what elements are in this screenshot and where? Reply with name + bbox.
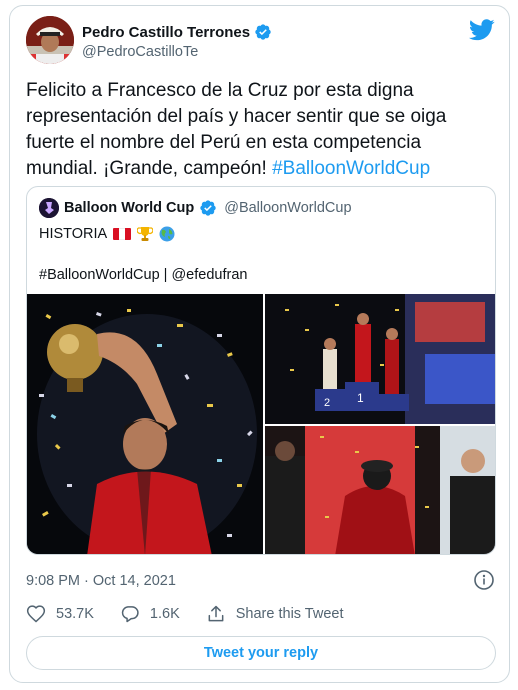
svg-text:2: 2 (324, 397, 330, 409)
tweet-hashtag-link[interactable]: #BalloonWorldCup (272, 158, 430, 179)
author-handle[interactable]: @PedroCastilloTe (82, 44, 198, 60)
verified-badge-icon (200, 200, 216, 216)
like-button[interactable]: 53.7K (26, 604, 94, 624)
media-grid: 2 1 (27, 294, 495, 554)
globe-icon (159, 226, 175, 242)
action-bar: 53.7K 1.6K Share this Tweet (26, 604, 370, 624)
svg-text:1: 1 (357, 391, 364, 405)
quoted-text-line1: HISTORIA (39, 226, 175, 242)
heart-icon (26, 605, 46, 623)
media-image-champion[interactable] (27, 294, 263, 554)
twitter-bird-icon[interactable] (469, 19, 495, 41)
tweet-card: Pedro Castillo Terrones @PedroCastilloTe… (9, 5, 510, 683)
quoted-text-historia: HISTORIA (39, 226, 108, 242)
quoted-author-handle: @BalloonWorldCup (224, 200, 352, 216)
media-image-celebration[interactable] (265, 426, 495, 554)
avatar[interactable] (26, 16, 74, 64)
info-icon[interactable] (473, 569, 495, 591)
tweet-text: Felicito a Francesco de la Cruz por esta… (26, 78, 496, 182)
quoted-author-name: Balloon World Cup (64, 200, 195, 216)
share-button[interactable]: Share this Tweet (206, 604, 344, 624)
trophy-icon (137, 227, 154, 241)
share-label: Share this Tweet (235, 606, 344, 622)
quoted-avatar (39, 198, 59, 218)
reply-bubble-icon (121, 606, 139, 623)
like-count: 53.7K (56, 606, 94, 622)
share-icon (208, 605, 224, 622)
quoted-tweet[interactable]: Balloon World Cup @BalloonWorldCup HISTO… (26, 186, 496, 555)
quoted-author-row: Balloon World Cup @BalloonWorldCup (39, 198, 352, 218)
reply-count: 1.6K (149, 606, 180, 622)
author-name-row[interactable]: Pedro Castillo Terrones (82, 23, 272, 41)
reply-action-button[interactable]: 1.6K (120, 604, 180, 624)
media-image-podium[interactable]: 2 1 (265, 294, 495, 424)
tweet-your-reply-button[interactable]: Tweet your reply (26, 636, 496, 670)
quoted-text-line2: #BalloonWorldCup | @efedufran (39, 267, 248, 283)
author-name[interactable]: Pedro Castillo Terrones (82, 24, 250, 41)
tweet-timestamp[interactable]: 9:08 PM · Oct 14, 2021 (26, 573, 176, 589)
verified-badge-icon (255, 24, 271, 40)
peru-flag-icon (113, 228, 132, 240)
